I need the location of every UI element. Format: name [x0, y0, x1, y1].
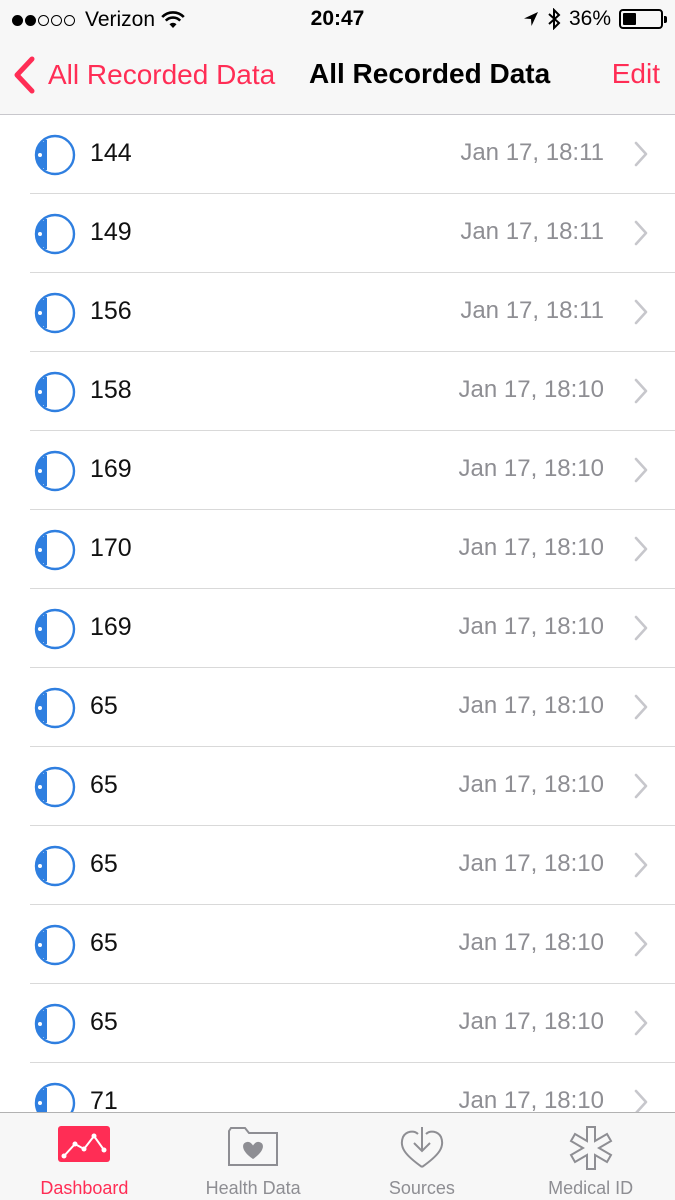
chevron-right-icon — [634, 536, 648, 562]
record-value: 169 — [90, 613, 132, 641]
apple-watch-icon — [34, 213, 76, 255]
tab-health-data[interactable]: Health Data — [169, 1113, 338, 1200]
record-value: 65 — [90, 929, 118, 957]
apple-watch-icon — [34, 608, 76, 650]
chevron-right-icon — [634, 378, 648, 404]
list-item[interactable]: 65 Jan 17, 18:10 — [30, 747, 675, 826]
record-date: Jan 17, 18:10 — [458, 376, 604, 403]
status-bar: Verizon 20:47 36% — [0, 0, 675, 38]
list-item[interactable]: 158 Jan 17, 18:10 — [30, 352, 675, 431]
apple-watch-icon — [34, 292, 76, 334]
record-value: 156 — [90, 297, 132, 325]
record-date: Jan 17, 18:11 — [460, 297, 604, 324]
record-value: 65 — [90, 1008, 118, 1036]
chevron-right-icon — [634, 1010, 648, 1036]
list-item[interactable]: 149 Jan 17, 18:11 — [30, 194, 675, 273]
list-item[interactable]: 144 Jan 17, 18:11 — [30, 115, 675, 194]
list-item[interactable]: 65 Jan 17, 18:10 — [30, 984, 675, 1063]
record-date: Jan 17, 18:10 — [458, 850, 604, 877]
bluetooth-icon — [548, 8, 561, 30]
tab-medical-id[interactable]: Medical ID — [506, 1113, 675, 1200]
list-item[interactable]: 65 Jan 17, 18:10 — [30, 905, 675, 984]
chevron-left-icon — [14, 56, 35, 94]
tab-label: Dashboard — [40, 1178, 129, 1198]
record-value: 65 — [90, 850, 118, 878]
record-date: Jan 17, 18:10 — [458, 929, 604, 956]
navigation-bar: All Recorded Data All Recorded Data Edit — [0, 38, 675, 115]
chevron-right-icon — [634, 141, 648, 167]
record-date: Jan 17, 18:10 — [458, 1087, 604, 1112]
record-value: 158 — [90, 376, 132, 404]
list-item[interactable]: 170 Jan 17, 18:10 — [30, 510, 675, 589]
tab-label: Medical ID — [548, 1178, 634, 1198]
chevron-right-icon — [634, 299, 648, 325]
record-value: 149 — [90, 218, 132, 246]
medical-id-icon — [569, 1126, 612, 1170]
back-button-label: All Recorded Data — [48, 59, 276, 90]
chevron-right-icon — [634, 773, 648, 799]
health-data-icon — [228, 1127, 279, 1166]
record-value: 71 — [90, 1087, 118, 1112]
apple-watch-icon — [34, 687, 76, 729]
record-date: Jan 17, 18:10 — [458, 534, 604, 561]
list-item[interactable]: 156 Jan 17, 18:11 — [30, 273, 675, 352]
tab-label: Sources — [388, 1178, 455, 1198]
sources-icon — [400, 1127, 443, 1168]
chevron-right-icon — [634, 1089, 648, 1112]
edit-button[interactable]: Edit — [612, 58, 660, 90]
apple-watch-icon — [34, 845, 76, 887]
battery-percent: 36% — [568, 7, 611, 30]
apple-watch-icon — [34, 766, 76, 808]
tab-bar: Dashboard Health Data Sources Medical ID — [0, 1112, 675, 1200]
chevron-right-icon — [634, 852, 648, 878]
battery-icon — [619, 9, 667, 29]
back-button[interactable]: All Recorded Data — [12, 56, 275, 94]
record-date: Jan 17, 18:10 — [458, 455, 604, 482]
list-item[interactable]: 65 Jan 17, 18:10 — [30, 826, 675, 905]
records-list: 144 Jan 17, 18:11 149 Jan 17, 18:11 156 Jan 1… — [0, 115, 675, 1112]
apple-watch-icon — [34, 529, 76, 571]
record-value: 169 — [90, 455, 132, 483]
record-date: Jan 17, 18:10 — [458, 692, 604, 719]
location-arrow-icon — [523, 12, 538, 26]
page-title: All Recorded Data — [309, 58, 551, 89]
list-item[interactable]: 71 Jan 17, 18:10 — [30, 1063, 675, 1112]
chevron-right-icon — [634, 931, 648, 957]
record-value: 65 — [90, 771, 118, 799]
record-date: Jan 17, 18:10 — [458, 613, 604, 640]
record-value: 65 — [90, 692, 118, 720]
apple-watch-icon — [34, 924, 76, 966]
apple-watch-icon — [34, 371, 76, 413]
record-date: Jan 17, 18:11 — [460, 218, 604, 245]
list-item[interactable]: 169 Jan 17, 18:10 — [30, 589, 675, 668]
list-item[interactable]: 169 Jan 17, 18:10 — [30, 431, 675, 510]
apple-watch-icon — [34, 1082, 76, 1112]
record-date: Jan 17, 18:11 — [460, 139, 604, 166]
record-value: 170 — [90, 534, 132, 562]
record-value: 144 — [90, 139, 132, 167]
list-item[interactable]: 65 Jan 17, 18:10 — [30, 668, 675, 747]
record-date: Jan 17, 18:10 — [458, 1008, 604, 1035]
dashboard-icon — [58, 1126, 111, 1162]
apple-watch-icon — [34, 450, 76, 492]
tab-label: Health Data — [205, 1178, 301, 1198]
tab-sources[interactable]: Sources — [338, 1113, 507, 1200]
chevron-right-icon — [634, 694, 648, 720]
record-date: Jan 17, 18:10 — [458, 771, 604, 798]
apple-watch-icon — [34, 134, 76, 176]
chevron-right-icon — [634, 457, 648, 483]
apple-watch-icon — [34, 1003, 76, 1045]
tab-dashboard[interactable]: Dashboard — [0, 1113, 169, 1200]
chevron-right-icon — [634, 220, 648, 246]
chevron-right-icon — [634, 615, 648, 641]
